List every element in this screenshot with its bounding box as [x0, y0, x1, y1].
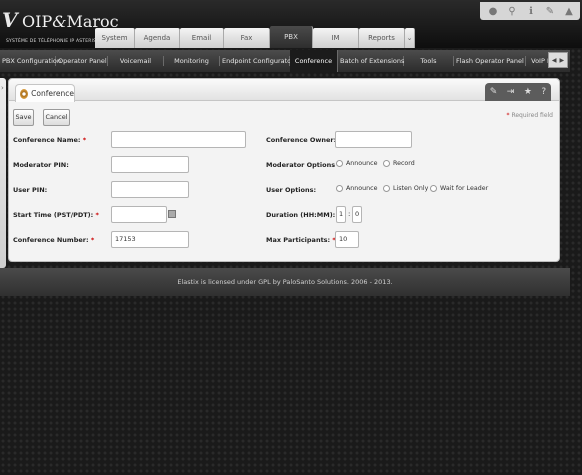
user-wait-for-leader-option[interactable]: Wait for Leader: [430, 185, 488, 192]
subtab-conference[interactable]: Conference: [290, 50, 338, 72]
subtab-operator-panel[interactable]: Operator Panel: [56, 56, 108, 66]
settings-icon[interactable]: ✎: [545, 6, 555, 17]
edit-icon[interactable]: ✎: [490, 87, 498, 97]
page-title-tab: Conference: [15, 84, 75, 102]
tab-reports[interactable]: Reports: [359, 28, 405, 48]
tab-fax[interactable]: Fax: [224, 28, 270, 48]
drop-icon[interactable]: ●: [488, 6, 498, 17]
subtab-tools[interactable]: Tools: [404, 56, 454, 66]
tab-system[interactable]: System: [95, 28, 135, 48]
max-participants-input[interactable]: 10: [335, 231, 359, 248]
scroll-right-icon[interactable]: ▶: [560, 57, 565, 64]
subtab-pbx-configuration[interactable]: PBX Configuration: [0, 56, 61, 66]
start-time-label: Start Time (PST/PDT): *: [13, 211, 99, 219]
user-listen-only-radio[interactable]: [383, 185, 390, 192]
page-title: Conference: [31, 89, 74, 98]
user-pin-label: User PIN:: [13, 186, 48, 194]
moderator-pin-input[interactable]: [111, 156, 189, 173]
cancel-button[interactable]: Cancel: [43, 109, 70, 126]
conference-module-icon: [20, 88, 29, 99]
conference-number-input[interactable]: 17153: [111, 231, 189, 248]
conference-owner-input[interactable]: [335, 131, 412, 148]
user-icon[interactable]: ▲: [564, 6, 574, 17]
tab-agenda[interactable]: Agenda: [135, 28, 180, 48]
subtab-batch-of-extensions[interactable]: Batch of Extensions: [338, 56, 404, 66]
search-icon[interactable]: ⚲: [507, 6, 517, 17]
max-participants-label: Max Participants: *: [266, 236, 336, 244]
user-wait-for-leader-label: Wait for Leader: [440, 185, 489, 192]
conference-name-input[interactable]: [111, 131, 246, 148]
moderator-pin-label: Moderator PIN:: [13, 161, 69, 169]
logo-tagline: SYSTÈME DE TÉLÉPHONIE IP ASTERISK: [6, 39, 100, 44]
moderator-record-label: Record: [393, 160, 415, 167]
conference-owner-label: Conference Owner:: [266, 136, 337, 144]
save-button[interactable]: Save: [13, 109, 34, 126]
duration-minutes-input[interactable]: 0: [352, 206, 362, 223]
start-time-input[interactable]: [111, 206, 167, 223]
subtab-monitoring[interactable]: Monitoring: [164, 56, 220, 66]
tab-im[interactable]: IM: [313, 28, 359, 48]
help-icon[interactable]: ?: [541, 87, 546, 97]
header-bar: V OIP&Maroc SYSTÈME DE TÉLÉPHONIE IP AST…: [0, 0, 582, 48]
user-options-label: User Options:: [266, 186, 317, 194]
info-icon[interactable]: ℹ: [526, 6, 536, 17]
main-tabs: System Agenda Email Fax PBX IM Reports ⌄: [95, 26, 415, 48]
sub-navigation: PBX Configuration Operator Panel Voicema…: [0, 50, 570, 72]
panel-action-icons: ✎ ⇥ ★ ?: [485, 83, 551, 101]
favorite-star-icon[interactable]: ★: [524, 87, 532, 97]
user-announce-label: Announce: [346, 185, 378, 192]
conference-panel: Conference ✎ ⇥ ★ ? Save Cancel * Require…: [8, 78, 560, 262]
user-announce-option[interactable]: Announce: [336, 185, 377, 192]
moderator-announce-radio[interactable]: [336, 160, 343, 167]
conference-number-label: Conference Number: *: [13, 236, 95, 244]
top-icon-bar: ● ⚲ ℹ ✎ ▲: [480, 2, 580, 20]
conference-name-label: Conference Name: *: [13, 136, 87, 144]
moderator-announce-label: Announce: [346, 160, 378, 167]
user-wait-for-leader-radio[interactable]: [430, 185, 437, 192]
calendar-icon[interactable]: [168, 210, 176, 218]
subtab-voicemail[interactable]: Voicemail: [108, 56, 164, 66]
tab-pbx[interactable]: PBX: [270, 26, 313, 48]
user-listen-only-option[interactable]: Listen Only: [383, 185, 428, 192]
moderator-options-label: Moderator Options: [266, 161, 336, 169]
moderator-record-radio[interactable]: [383, 160, 390, 167]
user-announce-radio[interactable]: [336, 185, 343, 192]
duration-hours-input[interactable]: 1: [336, 206, 346, 223]
subnav-scroll-buttons[interactable]: ◀ ▶: [548, 52, 568, 68]
subtab-endpoint-configurator[interactable]: Endpoint Configurator: [220, 56, 294, 66]
scroll-left-icon[interactable]: ◀: [552, 57, 557, 64]
brand-logo[interactable]: V OIP&Maroc SYSTÈME DE TÉLÉPHONIE IP AST…: [2, 6, 119, 46]
panel-title-bar: Conference ✎ ⇥ ★ ?: [9, 79, 559, 102]
moderator-announce-option[interactable]: Announce: [336, 160, 377, 167]
required-field-note: * Required field: [506, 112, 553, 119]
moderator-record-option[interactable]: Record: [383, 160, 415, 167]
user-pin-input[interactable]: [111, 181, 189, 198]
tab-email[interactable]: Email: [180, 28, 224, 48]
duration-separator: :: [348, 210, 351, 218]
footer: Elastix is licensed under GPL by PaloSan…: [0, 268, 570, 296]
expand-arrow-icon: ›: [1, 84, 4, 92]
duration-label: Duration (HH:MM):: [266, 211, 336, 219]
sidebar-toggle[interactable]: ›: [0, 78, 6, 268]
export-icon[interactable]: ⇥: [507, 87, 515, 97]
user-listen-only-label: Listen Only: [393, 185, 429, 192]
logo-v-mark: V: [2, 8, 18, 32]
subtab-flash-operator-panel[interactable]: Flash Operator Panel: [454, 56, 526, 66]
more-tabs-chevron-icon[interactable]: ⌄: [405, 28, 415, 48]
